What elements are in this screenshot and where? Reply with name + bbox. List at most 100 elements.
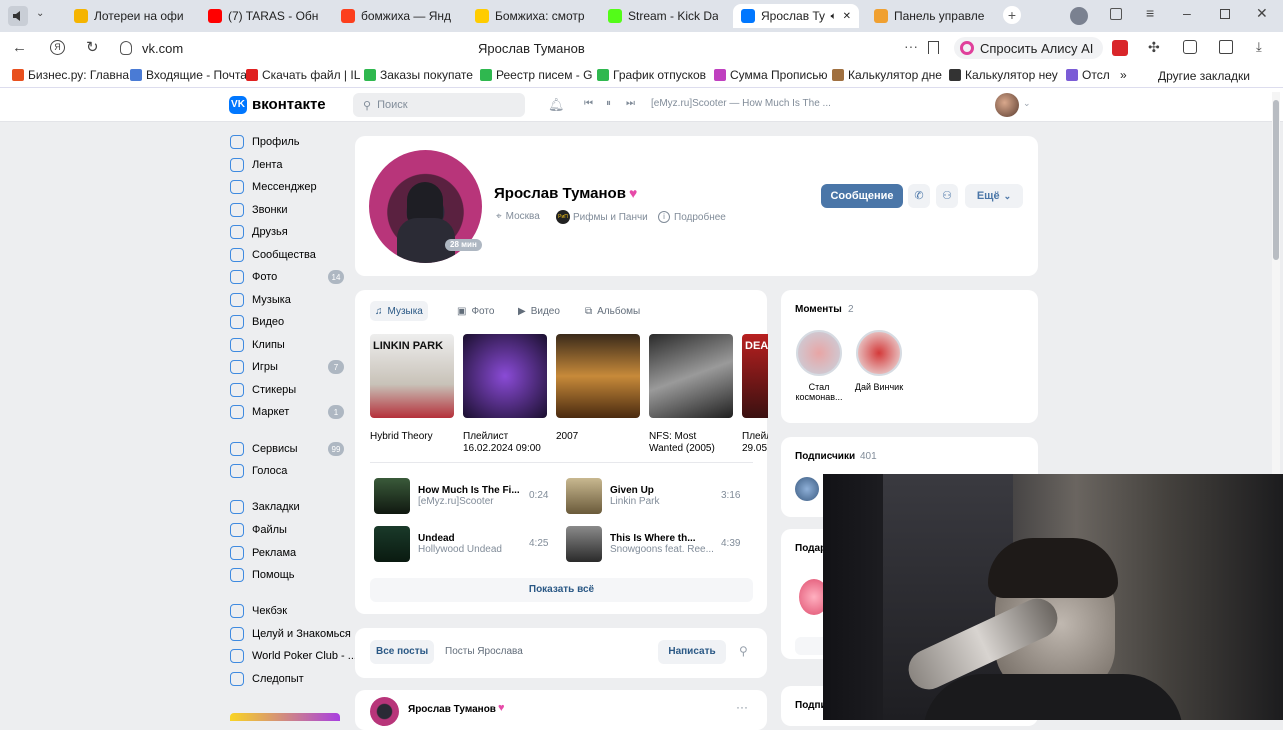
vk-logo-icon[interactable]: VK — [229, 96, 247, 114]
moment-label[interactable]: Стал космонав... — [791, 382, 847, 402]
profile-details[interactable]: i Подробнее — [658, 211, 726, 223]
browser-tab[interactable]: бомжиха — Яндекс — [333, 4, 459, 28]
extensions-icon[interactable]: ✣ — [1148, 39, 1160, 56]
user-avatar[interactable] — [995, 93, 1019, 117]
vk-logo-text[interactable]: вконтакте — [252, 96, 326, 113]
track-item[interactable]: This Is Where th... Snowgoons feat. Ree..… — [566, 526, 746, 562]
bookmark-item[interactable]: Калькулятор дне — [832, 68, 942, 82]
track-cover[interactable] — [566, 526, 602, 562]
menu-item[interactable]: Сообщества — [230, 246, 316, 264]
profile-icon[interactable] — [1070, 7, 1088, 25]
profile-group[interactable]: РиП Рифмы и Панчи — [556, 210, 648, 224]
album-cover[interactable]: DEA — [742, 334, 768, 418]
call-icon[interactable]: ✆ — [908, 184, 930, 208]
browser-menu-icon[interactable]: ≡ — [1146, 5, 1154, 21]
search-icon[interactable]: ⚲ — [739, 644, 748, 658]
prev-track-icon[interactable]: ⏮ — [584, 98, 593, 109]
now-playing-text[interactable]: [eMyz.ru]Scooter — How Much Is The ... — [651, 98, 831, 109]
track-item[interactable]: How Much Is The Fi... [eMyz.ru]Scooter 0:2… — [374, 478, 554, 514]
menu-item[interactable]: Следопыт — [230, 670, 304, 688]
menu-item[interactable]: Фото — [230, 268, 277, 286]
menu-item[interactable]: Видео — [230, 313, 284, 331]
album-title[interactable]: Плейлист 16.02.2024 09:00 — [463, 431, 547, 455]
search-input[interactable]: ⚲ Поиск — [353, 93, 525, 117]
alice-button[interactable]: Спросить Алису AI — [954, 37, 1104, 59]
track-title[interactable]: Given Up — [610, 485, 659, 496]
album-title[interactable]: Плейл 29.05 — [742, 431, 768, 455]
moment-label[interactable]: Дай Винчик — [851, 382, 907, 392]
track-artist[interactable]: Hollywood Undead — [418, 544, 502, 555]
menu-item[interactable]: Профиль — [230, 133, 300, 151]
collections-icon[interactable] — [1110, 8, 1122, 20]
moment-avatar[interactable] — [856, 330, 902, 376]
site-info-icon[interactable] — [120, 41, 132, 55]
media-icon[interactable] — [1183, 40, 1197, 54]
browser-tab[interactable]: Лотереи на офици — [66, 4, 192, 28]
browser-tab[interactable]: Панель управлени — [866, 4, 992, 28]
track-cover[interactable] — [374, 478, 410, 514]
browser-tab[interactable]: Ярослав Тума 🔈︎ ✕ — [733, 4, 859, 28]
bookmark-item[interactable]: Заказы покупате — [364, 68, 473, 82]
track-cover[interactable] — [374, 526, 410, 562]
download-icon[interactable]: ⤓ — [1256, 39, 1262, 55]
scrollbar-thumb[interactable] — [1273, 100, 1279, 260]
menu-item[interactable]: Лента — [230, 156, 282, 174]
menu-item[interactable]: Звонки — [230, 201, 288, 219]
media-tab[interactable]: ⧉ Альбомы — [580, 301, 645, 321]
write-post-button[interactable]: Написать — [658, 640, 726, 664]
album-title[interactable]: NFS: Most Wanted (2005) — [649, 431, 733, 455]
tab-own-posts[interactable]: Посты Ярослава — [445, 640, 523, 664]
tab-list-icon[interactable]: ⌄ — [36, 8, 44, 19]
bookmark-item[interactable]: График отпусков — [597, 68, 706, 82]
track-title[interactable]: How Much Is The Fi... — [418, 485, 520, 496]
menu-item[interactable]: Друзья — [230, 223, 288, 241]
track-title[interactable]: This Is Where th... — [610, 533, 714, 544]
browser-tab[interactable]: Бомжиха: смотрит — [467, 4, 593, 28]
more-button[interactable]: Ещё ⌄ — [965, 184, 1023, 208]
menu-item[interactable]: Закладки — [230, 498, 300, 516]
track-item[interactable]: Undead Hollywood Undead 4:25 — [374, 526, 554, 562]
menu-item[interactable]: Музыка — [230, 291, 291, 309]
message-button[interactable]: Сообщение — [821, 184, 903, 208]
track-cover[interactable] — [566, 478, 602, 514]
friend-status-icon[interactable]: ⚇ — [936, 184, 958, 208]
track-artist[interactable]: Snowgoons feat. Ree... — [610, 544, 714, 555]
follower-avatar[interactable] — [795, 477, 819, 501]
bookmarks-more[interactable]: » — [1120, 68, 1127, 82]
track-title[interactable]: Undead — [418, 533, 502, 544]
media-tab[interactable]: ▣ Фото — [452, 301, 499, 321]
bookmark-item[interactable]: Входящие - Почта — [130, 68, 247, 82]
browser-tab[interactable]: Stream - Kick Dashl — [600, 4, 726, 28]
bookmark-item[interactable]: Сумма Прописью — [714, 68, 827, 82]
bookmark-icon[interactable] — [928, 41, 939, 54]
track-artist[interactable]: Linkin Park — [610, 496, 659, 507]
post-author-name[interactable]: Ярослав Туманов — [408, 704, 496, 715]
menu-item[interactable]: World Poker Club - ... — [230, 647, 357, 665]
other-bookmarks[interactable]: Другие закладки — [1158, 69, 1250, 83]
album-title[interactable]: Hybrid Theory — [370, 431, 454, 443]
menu-item[interactable]: Игры — [230, 358, 278, 376]
album-cover[interactable] — [463, 334, 547, 418]
album-item[interactable]: Плейлист 16.02.2024 09:00 — [463, 334, 547, 455]
album-item[interactable]: NFS: Most Wanted (2005) — [649, 334, 733, 455]
bookmark-item[interactable]: Калькулятор неу — [949, 68, 1058, 82]
extension-shield-icon[interactable] — [1112, 40, 1128, 56]
track-artist[interactable]: [eMyz.ru]Scooter — [418, 496, 520, 507]
menu-item[interactable]: Реклама — [230, 544, 296, 562]
bookmark-item[interactable]: Бизнес.ру: Главна — [12, 68, 129, 82]
menu-item[interactable]: Клипы — [230, 336, 285, 354]
menu-item[interactable]: Стикеры — [230, 381, 296, 399]
mute-icon[interactable] — [8, 6, 28, 26]
media-tab[interactable]: ▶ Видео — [513, 301, 565, 321]
album-cover[interactable] — [649, 334, 733, 418]
tab-audio-icon[interactable]: 🔈︎ — [831, 11, 837, 22]
album-item[interactable]: 2007 — [556, 334, 640, 443]
menu-item[interactable]: Маркет — [230, 403, 289, 421]
media-tab[interactable]: ♫ Музыка — [370, 301, 428, 321]
reload-icon[interactable]: ↻ — [86, 38, 99, 56]
url-text[interactable]: vk.com — [142, 41, 183, 56]
menu-item[interactable]: Чекбэк — [230, 602, 287, 620]
track-item[interactable]: Given Up Linkin Park 3:16 — [566, 478, 746, 514]
minimize-icon[interactable]: – — [1183, 5, 1191, 21]
back-icon[interactable]: ← — [12, 39, 27, 56]
